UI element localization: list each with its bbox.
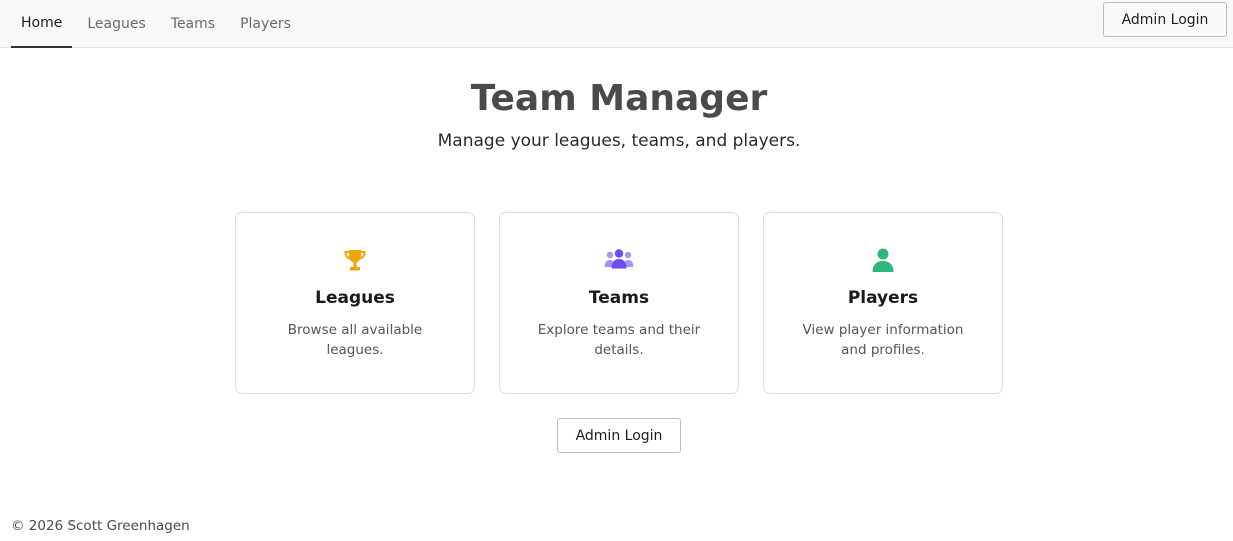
top-navbar: Home Leagues Teams Players Admin Login — [0, 0, 1233, 48]
leagues-card[interactable]: Leagues Browse all available leagues. — [235, 212, 475, 394]
admin-login-button[interactable]: Admin Login — [557, 418, 681, 453]
nav-link-teams[interactable]: Teams — [161, 0, 225, 48]
leagues-card-description: Browse all available leagues. — [287, 322, 423, 358]
nav-link-home[interactable]: Home — [11, 0, 73, 48]
players-card-description: View player information and profiles. — [802, 322, 964, 358]
nav-links: Home Leagues Teams Players — [11, 0, 306, 48]
players-card-title: Players — [847, 288, 919, 308]
trophy-icon — [338, 246, 372, 274]
page-subtitle: Manage your leagues, teams, and players. — [437, 131, 801, 151]
teams-card-title: Teams — [588, 288, 650, 308]
teams-card[interactable]: Teams Explore teams and their details. — [499, 212, 739, 394]
nav-link-players[interactable]: Players — [230, 0, 301, 48]
users-icon — [602, 246, 636, 274]
teams-card-description: Explore teams and their details. — [537, 322, 701, 358]
page-title: Team Manager — [470, 78, 768, 119]
nav-admin-login-button[interactable]: Admin Login — [1103, 2, 1227, 37]
players-card[interactable]: Players View player information and prof… — [763, 212, 1003, 394]
footer-copyright: © 2026 Scott Greenhagen — [11, 518, 190, 534]
nav-link-leagues[interactable]: Leagues — [77, 0, 155, 48]
leagues-card-title: Leagues — [315, 288, 395, 308]
user-icon — [866, 246, 900, 274]
